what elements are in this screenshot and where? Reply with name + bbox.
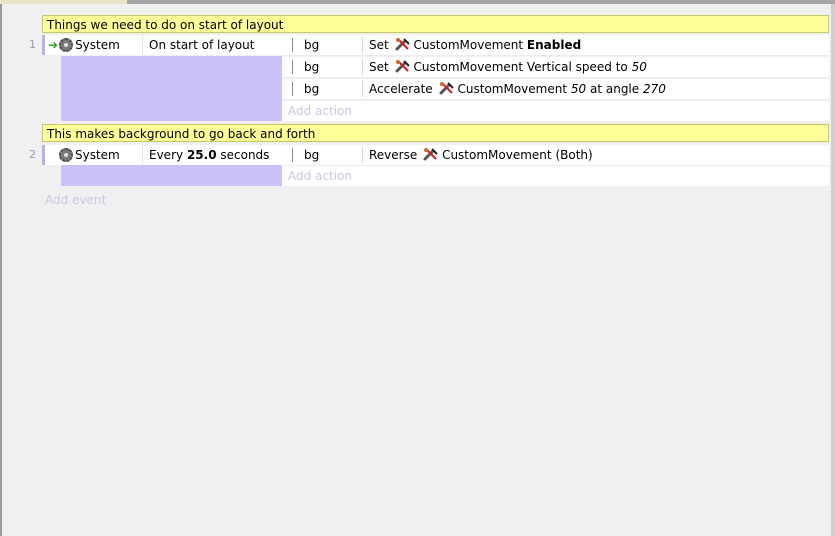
event-number: 2 <box>29 148 36 161</box>
behavior-wrench-icon <box>395 37 411 51</box>
top-tab-strip <box>0 0 835 4</box>
add-action-link[interactable]: Add action <box>282 101 829 121</box>
action-text: Accelerate CustomMovement 50 at angle 27… <box>369 79 666 99</box>
left-frame-border <box>0 4 2 536</box>
condition-text[interactable]: On start of layout <box>142 35 282 55</box>
action-param-bold: Enabled <box>526 38 582 52</box>
condition-area[interactable] <box>61 165 282 186</box>
add-event-link[interactable]: Add event <box>45 192 106 208</box>
action-marker <box>292 60 293 74</box>
condition-area[interactable] <box>61 56 282 121</box>
system-gear-icon <box>59 148 73 162</box>
action-marker <box>292 38 293 52</box>
condition-object-label: System <box>75 148 120 162</box>
behavior-name: CustomMovement <box>413 60 524 74</box>
action-row[interactable]: bg Set CustomMovement Enabled <box>282 35 829 56</box>
condition-param-bold: 25.0 <box>186 148 217 162</box>
tab-strip-edge <box>127 0 835 4</box>
action-param-text: at angle <box>589 82 640 96</box>
behavior-wrench-icon <box>395 59 411 73</box>
comment-row[interactable]: Things we need to do on start of layout <box>42 15 829 33</box>
condition-object-system[interactable]: ➔ System <box>42 35 142 55</box>
action-row[interactable]: bg Set CustomMovement Vertical speed to … <box>282 57 829 78</box>
trigger-arrow-icon: ➔ <box>48 38 59 52</box>
comment-row[interactable]: This makes background to go back and for… <box>42 124 829 142</box>
behavior-name: CustomMovement <box>442 148 552 162</box>
behavior-wrench-icon <box>439 81 455 95</box>
action-separator <box>362 37 363 53</box>
right-frame-border <box>831 4 835 536</box>
action-text: Reverse CustomMovement (Both) <box>369 145 593 165</box>
condition-text[interactable]: Every 25.0 seconds <box>142 145 282 165</box>
behavior-name: CustomMovement <box>457 82 568 96</box>
action-param-italic: 50 <box>570 82 587 96</box>
action-row[interactable]: bg Accelerate CustomMovement 50 at angle… <box>282 79 829 100</box>
condition-text-post: seconds <box>220 148 270 162</box>
active-tab-edge[interactable] <box>0 0 127 4</box>
condition-text-pre: Every <box>149 148 184 162</box>
behavior-name: CustomMovement <box>413 38 524 52</box>
action-text: Set CustomMovement Vertical speed to 50 <box>369 57 647 77</box>
action-text: Set CustomMovement Enabled <box>369 35 581 55</box>
condition-object-system[interactable]: System <box>42 145 142 165</box>
action-verb: Reverse <box>369 148 418 162</box>
action-row[interactable]: bg Reverse CustomMovement (Both) <box>282 145 829 166</box>
action-param-text: Vertical speed to <box>526 60 628 74</box>
add-action-link[interactable]: Add action <box>282 166 829 186</box>
action-separator <box>362 59 363 75</box>
action-verb: Set <box>369 60 389 74</box>
action-verb: Accelerate <box>369 82 433 96</box>
condition-object-label: System <box>75 38 120 52</box>
system-gear-icon <box>59 38 74 52</box>
action-param-italic: 270 <box>642 82 666 96</box>
behavior-wrench-icon <box>423 147 439 161</box>
event-number: 1 <box>29 38 36 51</box>
action-separator <box>362 147 363 163</box>
action-marker <box>292 148 293 162</box>
action-param-text: (Both) <box>555 148 593 162</box>
action-marker <box>292 82 293 96</box>
action-verb: Set <box>369 38 389 52</box>
action-param-italic: 50 <box>631 60 647 74</box>
action-separator <box>362 81 363 97</box>
